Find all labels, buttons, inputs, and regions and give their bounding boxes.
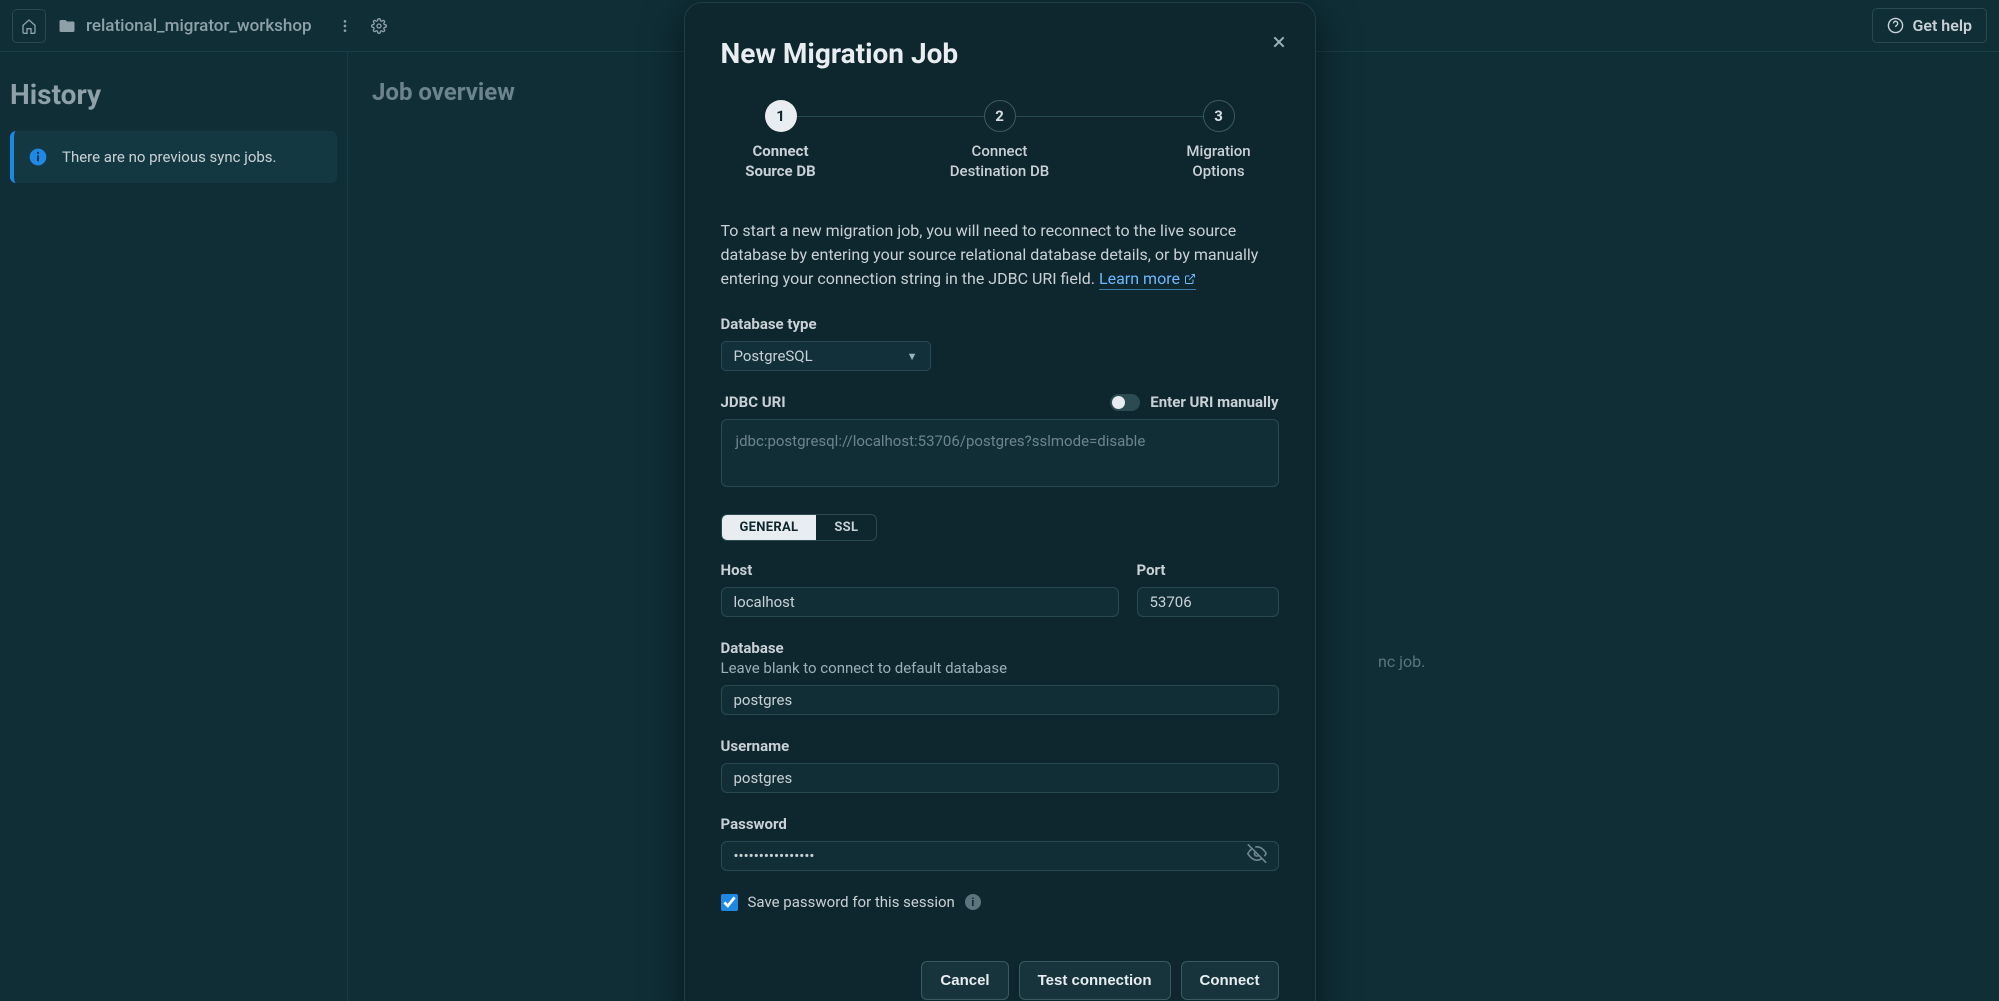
database-hint: Leave blank to connect to default databa…: [721, 659, 1279, 677]
new-migration-modal: New Migration Job 1 Connect Source DB 2 …: [684, 2, 1316, 1001]
host-input[interactable]: [721, 587, 1119, 617]
save-password-row: Save password for this session i: [721, 893, 1279, 911]
connection-tabs: GENERAL SSL: [721, 514, 878, 541]
database-label: Database: [721, 639, 1279, 657]
jdbc-group: JDBC URI Enter URI manually: [721, 393, 1279, 492]
jdbc-uri-textarea[interactable]: [721, 419, 1279, 487]
toggle-password-visibility[interactable]: [1247, 844, 1267, 869]
step-2: 2 Connect Destination DB: [940, 100, 1060, 181]
connect-button[interactable]: Connect: [1181, 961, 1279, 1000]
save-password-checkbox[interactable]: [721, 894, 738, 911]
step-label: Connect Source DB: [745, 142, 815, 181]
database-group: Database Leave blank to connect to defau…: [721, 639, 1279, 715]
step-num: 3: [1203, 100, 1235, 132]
modal-close-button[interactable]: [1271, 33, 1287, 55]
chevron-down-icon: ▼: [907, 350, 918, 363]
password-group: Password: [721, 815, 1279, 871]
host-label: Host: [721, 561, 1119, 579]
stepper: 1 Connect Source DB 2 Connect Destinatio…: [721, 100, 1279, 181]
external-link-icon: [1184, 273, 1196, 285]
username-group: Username: [721, 737, 1279, 793]
tab-general[interactable]: GENERAL: [722, 515, 817, 540]
cancel-button[interactable]: Cancel: [921, 961, 1008, 1000]
username-label: Username: [721, 737, 1279, 755]
password-label: Password: [721, 815, 1279, 833]
step-num: 2: [984, 100, 1016, 132]
step-3: 3 Migration Options: [1159, 100, 1279, 181]
modal-intro: To start a new migration job, you will n…: [721, 219, 1279, 291]
eye-off-icon: [1247, 844, 1267, 864]
modal-title: New Migration Job: [721, 37, 1279, 70]
save-password-label: Save password for this session: [748, 893, 955, 911]
tab-ssl[interactable]: SSL: [816, 515, 876, 540]
step-label: Connect Destination DB: [950, 142, 1049, 181]
password-input[interactable]: [721, 841, 1279, 871]
username-input[interactable]: [721, 763, 1279, 793]
db-type-label: Database type: [721, 315, 1279, 333]
modal-actions: Cancel Test connection Connect: [721, 961, 1279, 1000]
modal-backdrop: New Migration Job 1 Connect Source DB 2 …: [0, 0, 1999, 1001]
database-input[interactable]: [721, 685, 1279, 715]
port-input[interactable]: [1137, 587, 1279, 617]
step-num: 1: [765, 100, 797, 132]
step-label: Migration Options: [1186, 142, 1250, 181]
info-icon[interactable]: i: [965, 894, 981, 910]
host-port-row: Host Port: [721, 561, 1279, 617]
db-type-value: PostgreSQL: [734, 347, 813, 365]
close-icon: [1271, 34, 1287, 50]
manual-uri-label: Enter URI manually: [1150, 393, 1278, 411]
step-1: 1 Connect Source DB: [721, 100, 841, 181]
db-type-select[interactable]: PostgreSQL ▼: [721, 341, 931, 371]
db-type-group: Database type PostgreSQL ▼: [721, 315, 1279, 371]
port-label: Port: [1137, 561, 1279, 579]
manual-uri-toggle[interactable]: [1110, 394, 1140, 411]
learn-more-link[interactable]: Learn more: [1099, 269, 1196, 290]
jdbc-label: JDBC URI: [721, 393, 786, 411]
test-connection-button[interactable]: Test connection: [1019, 961, 1171, 1000]
